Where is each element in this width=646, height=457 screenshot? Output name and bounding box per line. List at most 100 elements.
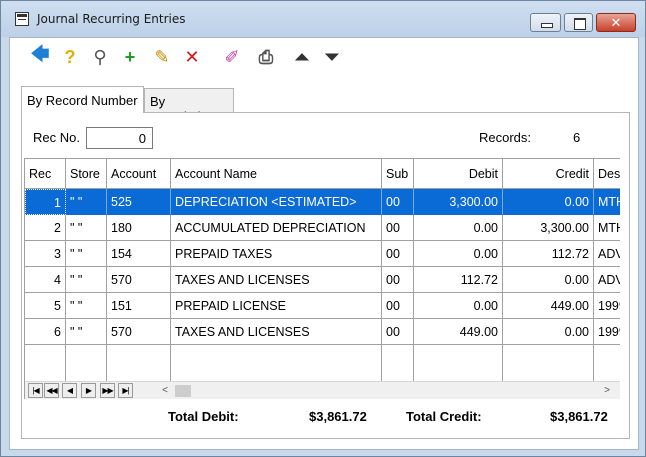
move-up-button[interactable]: ⏶: [290, 44, 314, 70]
col-header-desc[interactable]: Desc: [594, 159, 620, 189]
cell-desc[interactable]: 1999: [594, 293, 620, 319]
cell-debit[interactable]: 0.00: [414, 215, 503, 241]
back-arrow-button[interactable]: 🡄: [28, 44, 52, 70]
recno-input[interactable]: 0: [86, 127, 153, 149]
cell-account[interactable]: 570: [107, 319, 171, 345]
add-record-icon: +: [124, 46, 136, 67]
col-header-rec[interactable]: Rec: [25, 159, 66, 189]
cell-rec[interactable]: 1: [25, 189, 66, 215]
total-credit-value: $3,861.72: [550, 409, 608, 424]
back-arrow-icon: 🡄: [30, 44, 50, 64]
minimize-button[interactable]: [530, 13, 561, 32]
cell-debit[interactable]: 0.00: [414, 293, 503, 319]
cell-credit[interactable]: 0.00: [503, 267, 594, 293]
cell-desc[interactable]: 1999: [594, 319, 620, 345]
scroll-thumb[interactable]: [175, 385, 191, 397]
print-button[interactable]: ⎙: [254, 44, 278, 70]
cell-store[interactable]: " ": [66, 189, 107, 215]
table-row[interactable]: 5" "151PREPAID LICENSE000.00449.001999: [25, 293, 620, 319]
cell-debit[interactable]: 112.72: [414, 267, 503, 293]
grid-empty-area: [25, 345, 620, 383]
cell-desc[interactable]: MTH: [594, 215, 620, 241]
cell-account-name[interactable]: DEPRECIATION <ESTIMATED>: [171, 189, 382, 215]
print-icon: ⎙: [258, 46, 274, 67]
cell-credit[interactable]: 449.00: [503, 293, 594, 319]
cell-account[interactable]: 525: [107, 189, 171, 215]
help-button[interactable]: ?: [58, 44, 82, 70]
cell-rec[interactable]: 5: [25, 293, 66, 319]
add-record-button[interactable]: +: [118, 44, 142, 70]
cell-account[interactable]: 570: [107, 267, 171, 293]
nav-prev-button[interactable]: ◀: [62, 383, 77, 398]
nav-next-page-button[interactable]: ▶▶: [100, 383, 115, 398]
cell-store[interactable]: " ": [66, 293, 107, 319]
cell-account-name[interactable]: TAXES AND LICENSES: [171, 267, 382, 293]
cell-store[interactable]: " ": [66, 267, 107, 293]
nav-first-button[interactable]: |◀: [28, 383, 43, 398]
cell-sub[interactable]: 00: [382, 241, 414, 267]
cell-rec[interactable]: 3: [25, 241, 66, 267]
minimize-icon: [531, 14, 560, 31]
nav-last-button[interactable]: ▶|: [118, 383, 133, 398]
records-count: 6: [573, 130, 581, 145]
maximize-button[interactable]: [564, 13, 593, 32]
cell-credit[interactable]: 0.00: [503, 319, 594, 345]
cell-sub[interactable]: 00: [382, 293, 414, 319]
col-header-sub[interactable]: Sub: [382, 159, 414, 189]
records-label: Records:: [479, 130, 532, 145]
scroll-right-arrow[interactable]: >: [599, 383, 615, 399]
tools-button[interactable]: ⚲: [88, 44, 112, 70]
cell-rec[interactable]: 2: [25, 215, 66, 241]
cell-store[interactable]: " ": [66, 319, 107, 345]
cell-rec[interactable]: 4: [25, 267, 66, 293]
table-row[interactable]: 4" "570TAXES AND LICENSES00112.720.00ADV: [25, 267, 620, 293]
move-down-button[interactable]: ⏷: [320, 44, 344, 70]
col-header-credit[interactable]: Credit: [503, 159, 594, 189]
cell-store[interactable]: " ": [66, 215, 107, 241]
client-area: 🡄? ⚲ + ✎ ✕ ✐ ⎙ ⏶ ⏷ By Record Number By Descripti…: [9, 37, 639, 450]
col-header-store[interactable]: Store: [66, 159, 107, 189]
cell-store[interactable]: " ": [66, 241, 107, 267]
cell-desc[interactable]: ADV: [594, 267, 620, 293]
cell-desc[interactable]: MTH: [594, 189, 620, 215]
cell-account-name[interactable]: PREPAID TAXES: [171, 241, 382, 267]
col-header-account[interactable]: Account: [107, 159, 171, 189]
tab-by-description[interactable]: By Description: [144, 88, 234, 124]
cell-sub[interactable]: 00: [382, 267, 414, 293]
cell-debit[interactable]: 449.00: [414, 319, 503, 345]
cell-sub[interactable]: 00: [382, 319, 414, 345]
edit-record-button[interactable]: ✎: [150, 44, 174, 70]
cell-credit[interactable]: 0.00: [503, 189, 594, 215]
cell-account-name[interactable]: TAXES AND LICENSES: [171, 319, 382, 345]
nav-next-button[interactable]: ▶: [81, 383, 96, 398]
cell-sub[interactable]: 00: [382, 215, 414, 241]
cell-debit[interactable]: 0.00: [414, 241, 503, 267]
col-header-debit[interactable]: Debit: [414, 159, 503, 189]
table-row[interactable]: 6 " " 570 TAXES AND LICENSES 00 449.00 0.00 199…: [25, 319, 620, 345]
delete-record-button[interactable]: ✕: [180, 44, 204, 70]
toolbar-separator: [210, 43, 211, 71]
table-row[interactable]: 2 " " 180 ACCUMULATED DEPRECIATION 00 0.00 3,3…: [25, 215, 620, 241]
close-button[interactable]: ✕: [596, 13, 636, 32]
cell-rec[interactable]: 6: [25, 319, 66, 345]
horizontal-scrollbar[interactable]: < >: [155, 383, 617, 399]
tab-by-record-number[interactable]: By Record Number: [21, 86, 144, 113]
cell-desc[interactable]: ADV: [594, 241, 620, 267]
cell-credit[interactable]: 3,300.00: [503, 215, 594, 241]
cell-account[interactable]: 180: [107, 215, 171, 241]
cell-sub[interactable]: 00: [382, 189, 414, 215]
table-row[interactable]: 3" "154PREPAID TAXES000.00112.72ADV: [25, 241, 620, 267]
table-row[interactable]: 1 " " 525 DEPRECIATION <ESTIMATED> 00 3,300.0…: [25, 189, 620, 215]
nav-prev-page-button[interactable]: ◀◀: [44, 383, 59, 398]
cell-account-name[interactable]: PREPAID LICENSE: [171, 293, 382, 319]
maximize-icon: [565, 14, 592, 31]
title-bar[interactable]: Journal Recurring Entries ✕: [1, 1, 645, 37]
scroll-left-arrow[interactable]: <: [157, 383, 173, 399]
eraser-button[interactable]: ✐: [220, 44, 244, 70]
cell-account[interactable]: 154: [107, 241, 171, 267]
cell-debit[interactable]: 3,300.00: [414, 189, 503, 215]
col-header-account-name[interactable]: Account Name: [171, 159, 382, 189]
cell-account-name[interactable]: ACCUMULATED DEPRECIATION: [171, 215, 382, 241]
cell-credit[interactable]: 112.72: [503, 241, 594, 267]
cell-account[interactable]: 151: [107, 293, 171, 319]
